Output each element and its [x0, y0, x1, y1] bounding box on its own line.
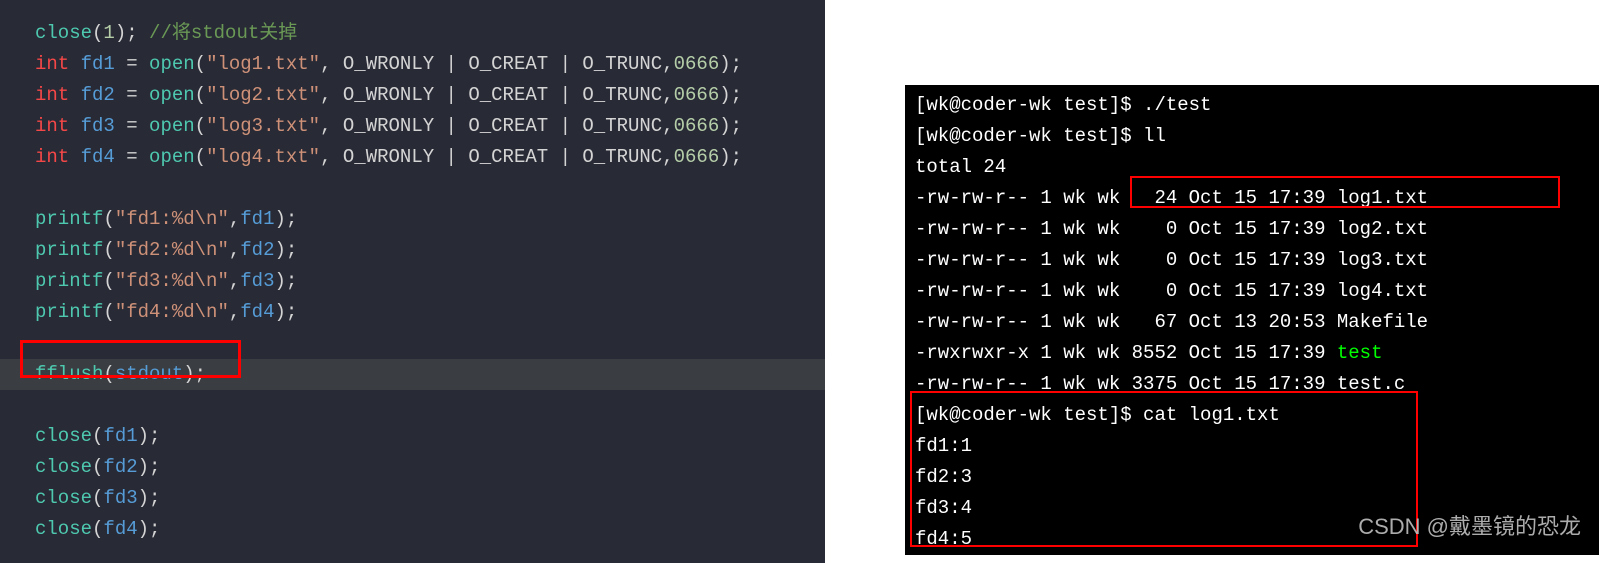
terminal-output: fd1:1	[915, 431, 1589, 462]
executable-file: test	[1337, 342, 1383, 364]
code-line: int fd4 = open("log4.txt", O_WRONLY | O_…	[35, 142, 790, 173]
code-line-highlighted: fflush(stdout);	[0, 359, 825, 390]
terminal-line: -rwxrwxr-x 1 wk wk 8552 Oct 15 17:39 tes…	[915, 338, 1589, 369]
terminal-line: -rw-rw-r-- 1 wk wk 0 Oct 15 17:39 log4.t…	[915, 276, 1589, 307]
terminal-line: -rw-rw-r-- 1 wk wk 3375 Oct 15 17:39 tes…	[915, 369, 1589, 400]
code-blank-line	[35, 173, 790, 204]
terminal-line: -rw-rw-r-- 1 wk wk 0 Oct 15 17:39 log2.t…	[915, 214, 1589, 245]
code-line: int fd2 = open("log2.txt", O_WRONLY | O_…	[35, 80, 790, 111]
terminal-line: -rw-rw-r-- 1 wk wk 24 Oct 15 17:39 log1.…	[915, 183, 1589, 214]
code-line: printf("fd2:%d\n",fd2);	[35, 235, 790, 266]
code-line: close(fd2);	[35, 452, 790, 483]
code-line: close(fd3);	[35, 483, 790, 514]
code-line: int fd3 = open("log3.txt", O_WRONLY | O_…	[35, 111, 790, 142]
code-line: printf("fd1:%d\n",fd1);	[35, 204, 790, 235]
terminal-line: -rw-rw-r-- 1 wk wk 67 Oct 13 20:53 Makef…	[915, 307, 1589, 338]
code-line: int fd1 = open("log1.txt", O_WRONLY | O_…	[35, 49, 790, 80]
terminal-line: [wk@coder-wk test]$ cat log1.txt	[915, 400, 1589, 431]
terminal[interactable]: [wk@coder-wk test]$ ./test [wk@coder-wk …	[905, 85, 1599, 555]
watermark: CSDN @戴墨镜的恐龙	[1358, 509, 1581, 541]
code-blank-line	[35, 390, 790, 421]
terminal-line: total 24	[915, 152, 1589, 183]
code-blank-line	[35, 328, 790, 359]
code-line: close(fd1);	[35, 421, 790, 452]
terminal-line: [wk@coder-wk test]$ ll	[915, 121, 1589, 152]
code-line: printf("fd3:%d\n",fd3);	[35, 266, 790, 297]
code-line: close(fd4);	[35, 514, 790, 545]
code-line: printf("fd4:%d\n",fd4);	[35, 297, 790, 328]
code-line: close(1); //将stdout关掉	[35, 18, 790, 49]
code-editor[interactable]: close(1); //将stdout关掉 int fd1 = open("lo…	[0, 0, 825, 563]
terminal-output: fd2:3	[915, 462, 1589, 493]
terminal-line: -rw-rw-r-- 1 wk wk 0 Oct 15 17:39 log3.t…	[915, 245, 1589, 276]
terminal-line: [wk@coder-wk test]$ ./test	[915, 90, 1589, 121]
